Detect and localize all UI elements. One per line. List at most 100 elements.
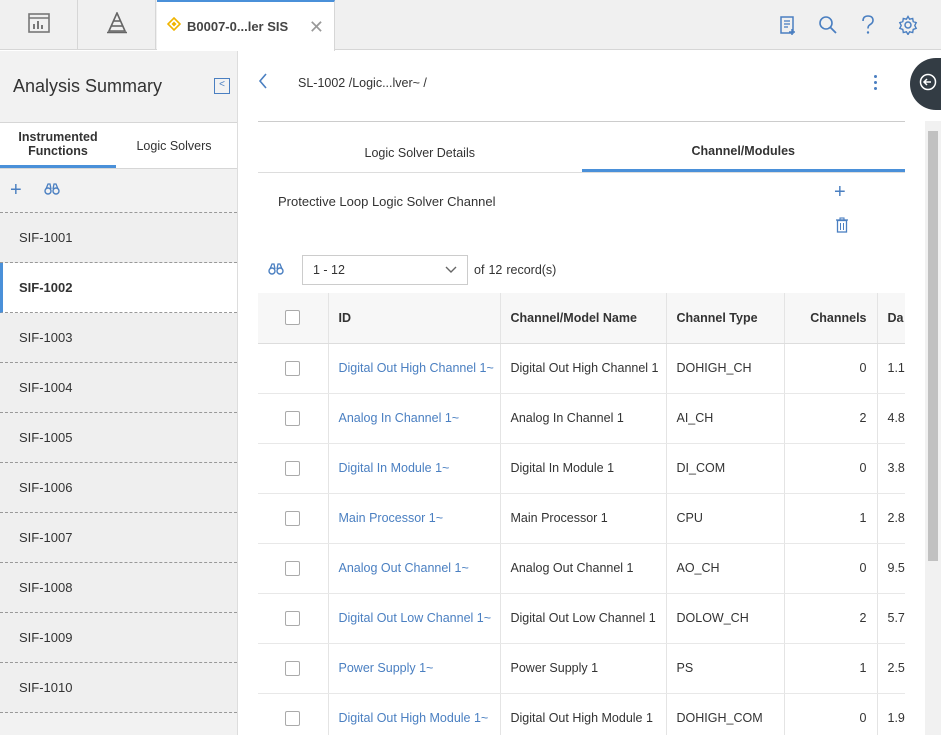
pagination-bar: 1 - 12 of 12 record(s) <box>268 255 556 285</box>
row-checkbox[interactable] <box>258 343 329 394</box>
row-id-link[interactable]: Analog In Channel 1~ <box>328 393 501 444</box>
tab-analysis[interactable]: B0007-0...ler SIS ✕ <box>157 0 335 51</box>
scrollbar-thumb[interactable] <box>928 131 938 561</box>
list-item[interactable]: SIF-1005 <box>0 413 237 463</box>
select-all-checkbox[interactable] <box>258 293 329 344</box>
detail-tabs: Logic Solver Details Channel/Modules <box>258 133 905 173</box>
table-row: Power Supply 1~ Power Supply 1 PS 1 2.5 <box>258 643 905 694</box>
row-id-link[interactable]: Digital In Module 1~ <box>328 443 501 494</box>
delete-trash-icon[interactable] <box>835 217 849 238</box>
row-checkbox[interactable] <box>258 593 329 644</box>
column-header-da[interactable]: Da <box>877 293 905 344</box>
tab-instrumented-functions[interactable]: Instrumented Functions <box>0 123 116 168</box>
add-icon[interactable]: + <box>10 179 22 202</box>
page-range-value: 1 - 12 <box>313 263 345 277</box>
row-channels: 0 <box>784 543 878 594</box>
dashboard-icon <box>27 12 50 38</box>
list-item[interactable]: SIF-1007 <box>0 513 237 563</box>
list-item[interactable]: SIF-1008 <box>0 563 237 613</box>
row-da: 9.5 <box>877 543 905 594</box>
filter-binoculars-icon[interactable] <box>268 262 284 278</box>
home-button[interactable] <box>78 0 156 50</box>
table-row: Digital In Module 1~ Digital In Module 1… <box>258 443 905 494</box>
row-id-link[interactable]: Main Processor 1~ <box>328 493 501 544</box>
row-type: CPU <box>666 493 785 544</box>
row-channels: 2 <box>784 593 878 644</box>
table-row: Digital Out High Channel 1~ Digital Out … <box>258 343 905 394</box>
panel-header: Analysis Summary < <box>0 51 237 123</box>
row-channels: 0 <box>784 443 878 494</box>
row-checkbox[interactable] <box>258 443 329 494</box>
list-item[interactable]: SIF-1006 <box>0 463 237 513</box>
row-checkbox[interactable] <box>258 693 329 735</box>
row-checkbox[interactable] <box>258 393 329 444</box>
row-da: 5.7 <box>877 593 905 644</box>
column-header-name[interactable]: Channel/Model Name <box>500 293 667 344</box>
row-checkbox[interactable] <box>258 493 329 544</box>
row-name: Digital In Module 1 <box>500 443 667 494</box>
data-table: ID Channel/Model Name Channel Type Chann… <box>258 293 905 735</box>
panel-title: Analysis Summary <box>13 76 163 96</box>
help-icon[interactable] <box>857 14 879 36</box>
table-row: Digital Out Low Channel 1~ Digital Out L… <box>258 593 905 644</box>
breadcrumb-text[interactable]: SL-1002 /Logic...lver~ / <box>298 76 427 90</box>
close-tab-icon[interactable]: ✕ <box>309 17 324 38</box>
tab-logic-solvers[interactable]: Logic Solvers <box>116 123 232 168</box>
list-item[interactable]: SIF-1001 <box>0 213 237 263</box>
of-label: of <box>474 263 485 277</box>
column-header-id[interactable]: ID <box>328 293 501 344</box>
table-row: Digital Out High Module 1~ Digital Out H… <box>258 693 905 735</box>
record-total: 12 <box>488 263 503 277</box>
tab-title: B0007-0...ler SIS <box>187 19 289 34</box>
divider <box>258 121 905 122</box>
row-type: PS <box>666 643 785 694</box>
row-id-link[interactable]: Digital Out Low Channel 1~ <box>328 593 501 644</box>
row-da: 4.8 <box>877 393 905 444</box>
settings-gear-icon[interactable] <box>897 14 919 36</box>
row-id-link[interactable]: Power Supply 1~ <box>328 643 501 694</box>
main-panel: SL-1002 /Logic...lver~ / Logic Solver De… <box>238 51 941 735</box>
row-name: Digital Out High Module 1 <box>500 693 667 735</box>
column-header-type[interactable]: Channel Type <box>666 293 785 344</box>
table-row: Main Processor 1~ Main Processor 1 CPU 1… <box>258 493 905 544</box>
search-icon[interactable] <box>817 14 839 36</box>
back-chevron-icon[interactable] <box>258 72 268 94</box>
tab-logic-solver-details[interactable]: Logic Solver Details <box>258 133 582 172</box>
list-item[interactable]: SIF-1003 <box>0 313 237 363</box>
section-title: Protective Loop Logic Solver Channel <box>278 194 496 209</box>
row-id-link[interactable]: Analog Out Channel 1~ <box>328 543 501 594</box>
diamond-icon <box>166 16 182 36</box>
dashboard-button[interactable] <box>0 0 78 50</box>
row-da: 1.9 <box>877 693 905 735</box>
list-item-selected[interactable]: SIF-1002 <box>0 263 237 313</box>
row-checkbox[interactable] <box>258 643 329 694</box>
top-bar: B0007-0...ler SIS ✕ <box>0 0 941 51</box>
list-item[interactable]: SIF-1010 <box>0 663 237 713</box>
row-da: 1.1 <box>877 343 905 394</box>
list-item[interactable]: SIF-1004 <box>0 363 237 413</box>
row-da: 3.8 <box>877 443 905 494</box>
vertical-scrollbar[interactable] <box>925 121 941 735</box>
row-name: Power Supply 1 <box>500 643 667 694</box>
collapse-panel-icon[interactable]: < <box>214 78 230 94</box>
row-channels: 1 <box>784 493 878 544</box>
column-header-channels[interactable]: Channels <box>784 293 878 344</box>
list-item[interactable]: SIF-1009 <box>0 613 237 663</box>
binoculars-icon[interactable] <box>43 182 60 200</box>
row-name: Digital Out High Channel 1 <box>500 343 667 394</box>
page-range-select[interactable]: 1 - 12 <box>302 255 468 285</box>
row-name: Analog Out Channel 1 <box>500 543 667 594</box>
row-name: Main Processor 1 <box>500 493 667 544</box>
row-type: DOHIGH_COM <box>666 693 785 735</box>
row-da: 2.5 <box>877 643 905 694</box>
row-checkbox[interactable] <box>258 543 329 594</box>
row-name: Analog In Channel 1 <box>500 393 667 444</box>
row-id-link[interactable]: Digital Out High Channel 1~ <box>328 343 501 394</box>
row-channels: 0 <box>784 343 878 394</box>
more-options-icon[interactable] <box>874 75 878 93</box>
tab-channel-modules[interactable]: Channel/Modules <box>581 133 905 172</box>
notes-icon[interactable] <box>777 14 799 36</box>
side-panel-toggle-button[interactable] <box>910 58 941 110</box>
add-record-icon[interactable]: + <box>834 181 846 204</box>
row-id-link[interactable]: Digital Out High Module 1~ <box>328 693 501 735</box>
